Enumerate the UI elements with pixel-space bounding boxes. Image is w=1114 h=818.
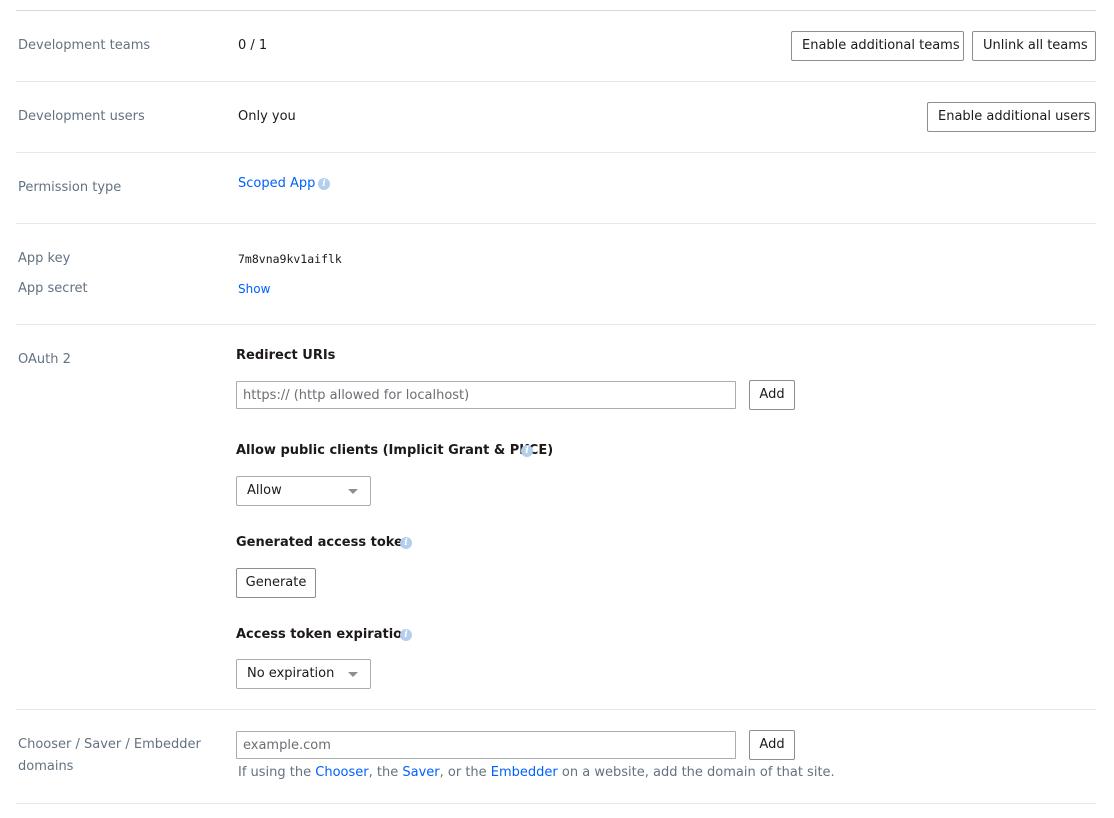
section-divider (16, 223, 1096, 224)
app-settings-page: Development teams 0 / 1 Enable additiona… (0, 0, 1114, 818)
help-mid2: , or the (439, 765, 487, 780)
embedder-link[interactable]: Embedder (491, 765, 558, 780)
section-divider (16, 324, 1096, 325)
redirect-uri-input[interactable] (236, 381, 736, 409)
app-secret-label: App secret (18, 281, 88, 296)
info-icon[interactable]: i (521, 445, 533, 457)
unlink-all-teams-button[interactable]: Unlink all teams (972, 31, 1096, 61)
app-key-label: App key (18, 251, 71, 266)
allow-public-clients-heading: Allow public clients (Implicit Grant & P… (236, 443, 554, 458)
info-icon[interactable]: i (318, 178, 330, 190)
help-prefix: If using the (238, 765, 312, 780)
generate-token-button[interactable]: Generate (236, 568, 316, 598)
enable-additional-teams-button[interactable]: Enable additional teams (791, 31, 964, 61)
domains-label-line1: Chooser / Saver / Embedder (18, 737, 201, 752)
section-divider (16, 709, 1096, 710)
domain-input[interactable] (236, 731, 736, 759)
oauth2-label: OAuth 2 (18, 352, 71, 367)
add-redirect-uri-button[interactable]: Add (749, 380, 795, 410)
domains-help-text: If using the Chooser, the Saver, or the … (238, 763, 835, 783)
app-key-value: 7m8vna9kv1aiflk (238, 252, 342, 266)
development-teams-value: 0 / 1 (238, 38, 268, 53)
section-divider (16, 152, 1096, 153)
info-icon[interactable]: i (400, 629, 412, 641)
show-secret-link[interactable]: Show (238, 279, 270, 299)
permission-type-label: Permission type (18, 180, 122, 195)
chevron-down-icon (348, 672, 358, 677)
development-users-value: Only you (238, 109, 296, 124)
chevron-down-icon (348, 489, 358, 494)
development-users-label: Development users (18, 109, 145, 124)
enable-additional-users-button[interactable]: Enable additional users (927, 102, 1096, 132)
help-suffix: on a website, add the domain of that sit… (561, 765, 835, 780)
domains-label-line2: domains (18, 759, 74, 774)
development-teams-label: Development teams (18, 38, 151, 53)
saver-link[interactable]: Saver (402, 765, 439, 780)
info-icon[interactable]: i (400, 537, 412, 549)
generated-access-token-heading: Generated access token (236, 535, 413, 550)
allow-public-clients-select[interactable]: Allow (236, 476, 371, 506)
allow-public-clients-value: Allow (247, 483, 282, 498)
redirect-uris-heading: Redirect URIs (236, 348, 336, 363)
top-divider (16, 10, 1096, 11)
add-domain-button[interactable]: Add (749, 730, 795, 760)
access-token-expiration-select[interactable]: No expiration (236, 659, 371, 689)
section-divider (16, 803, 1096, 804)
section-divider (16, 81, 1096, 82)
access-token-expiration-value: No expiration (247, 666, 335, 681)
chooser-link[interactable]: Chooser (315, 765, 368, 780)
scoped-app-link[interactable]: Scoped App (238, 174, 315, 194)
access-token-expiration-heading: Access token expiration (236, 627, 412, 642)
help-mid1: , the (368, 765, 399, 780)
